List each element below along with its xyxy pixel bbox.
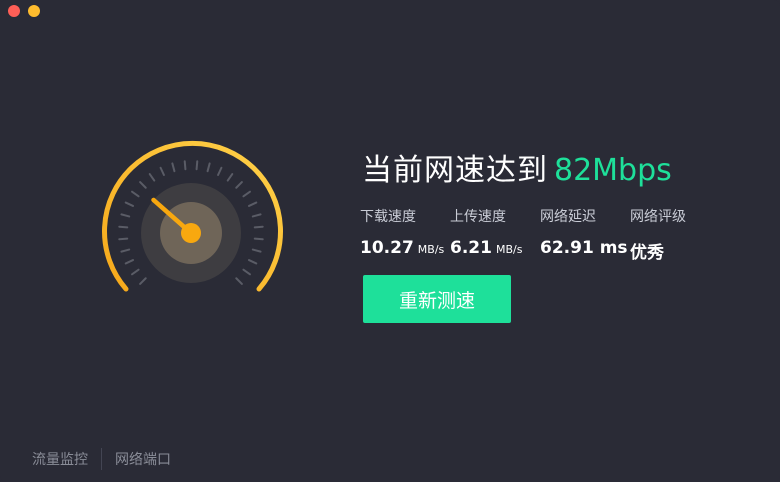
stat-number: 6.21: [450, 238, 492, 258]
stat-download: 下载速度 10.27 MB/s: [360, 206, 444, 258]
window-controls: [8, 5, 40, 17]
stat-value: 6.21 MB/s: [450, 238, 522, 258]
gauge-tick: [124, 201, 134, 207]
result-speed-value: 82Mbps: [554, 153, 672, 188]
footer-links: 流量监控 网络端口: [32, 448, 171, 470]
close-window-button[interactable]: [8, 5, 20, 17]
footer-divider: [101, 448, 102, 470]
speed-result-title: 当前网速达到 82Mbps: [362, 145, 672, 189]
gauge-tick: [251, 248, 262, 253]
gauge-tick: [139, 181, 147, 189]
stat-upload: 上传速度 6.21 MB/s: [450, 206, 522, 258]
gauge-tick: [253, 225, 264, 229]
traffic-monitor-link[interactable]: 流量监控: [32, 449, 88, 469]
gauge-tick: [139, 277, 147, 285]
retest-button[interactable]: 重新测速: [363, 275, 511, 323]
stat-number: 10.27: [360, 238, 414, 258]
stat-label: 网络延迟: [540, 209, 596, 225]
gauge-tick: [195, 160, 199, 171]
stat-label: 下载速度: [360, 209, 416, 225]
gauge-tick: [251, 213, 262, 218]
gauge-tick: [171, 162, 176, 173]
gauge-tick: [242, 190, 251, 198]
stat-latency: 网络延迟 62.91 ms: [540, 206, 628, 258]
gauge-tick: [120, 213, 131, 218]
gauge-tick: [124, 259, 134, 265]
stat-value: 10.27 MB/s: [360, 238, 444, 258]
gauge-tick: [118, 225, 129, 229]
stat-value: 优秀: [630, 238, 686, 263]
gauge-tick: [217, 166, 223, 176]
stat-number: 优秀: [630, 243, 664, 263]
gauge-tick: [248, 201, 258, 207]
speedometer-gauge: [102, 140, 283, 292]
gauge-hub: [181, 223, 201, 243]
network-ports-link[interactable]: 网络端口: [115, 449, 171, 469]
speed-test-window: 当前网速达到 82Mbps 下载速度 10.27 MB/s 上传速度 6.21 MB/…: [0, 0, 780, 482]
gauge-tick: [206, 162, 211, 173]
gauge-tick: [131, 190, 140, 198]
gauge-tick: [159, 166, 165, 176]
stat-unit: MB/s: [417, 243, 445, 256]
gauge-tick: [120, 248, 131, 253]
gauge-tick: [148, 173, 156, 182]
result-title-text: 当前网速达到: [362, 153, 548, 188]
minimize-window-button[interactable]: [28, 5, 40, 17]
gauge-tick: [253, 237, 264, 241]
gauge-tick: [242, 268, 251, 276]
gauge-tick: [131, 268, 140, 276]
stat-number: 62.91 ms: [540, 238, 628, 258]
stat-rating: 网络评级 优秀: [630, 206, 686, 263]
gauge-tick: [248, 259, 258, 265]
gauge-tick: [235, 181, 243, 189]
gauge-tick: [235, 277, 243, 285]
gauge-tick: [118, 237, 129, 241]
gauge-tick: [183, 160, 187, 171]
gauge-tick: [226, 173, 234, 182]
stat-label: 上传速度: [450, 209, 506, 225]
stat-unit: MB/s: [495, 243, 523, 256]
stat-value: 62.91 ms: [540, 238, 628, 258]
stat-label: 网络评级: [630, 209, 686, 225]
